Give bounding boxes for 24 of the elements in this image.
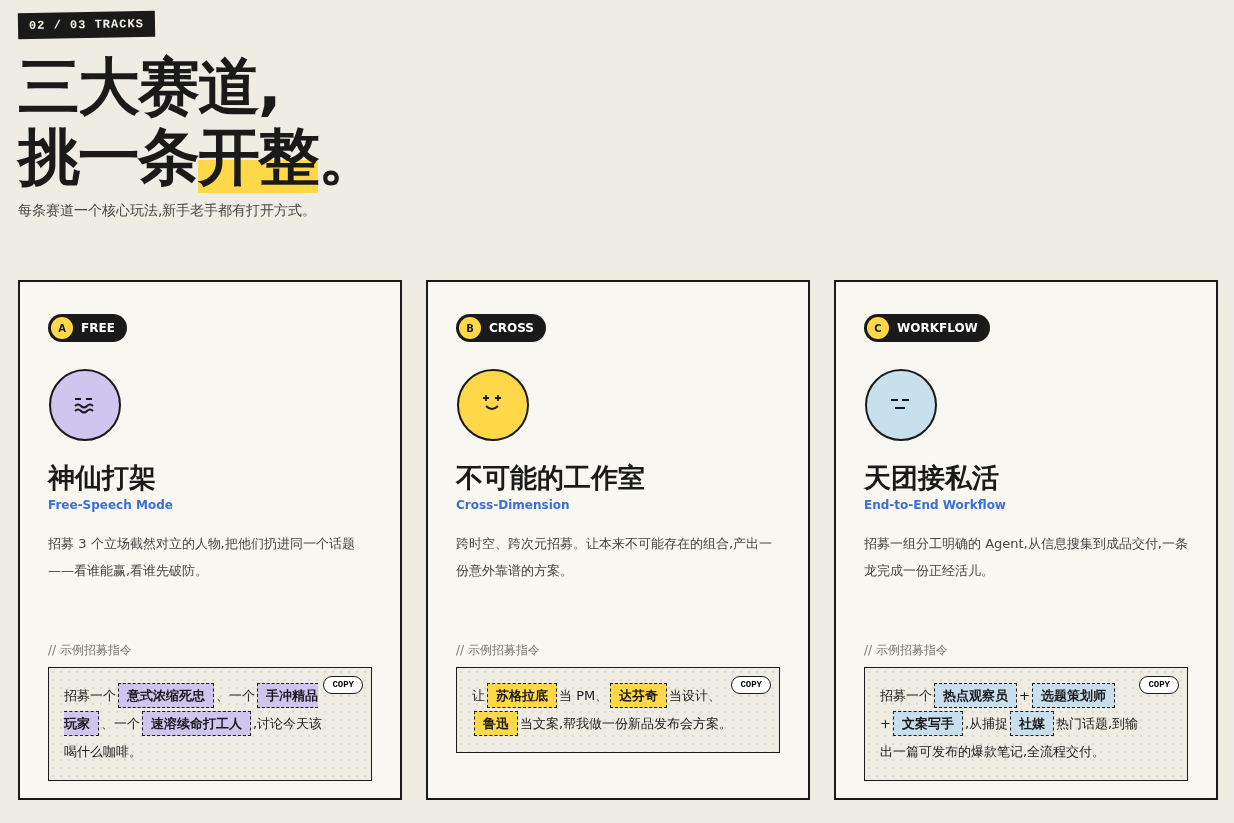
track-subtitle: Free-Speech Mode <box>48 498 173 512</box>
prompt-label: // 示例招募指令 <box>48 642 132 659</box>
badge-label: WORKFLOW <box>897 321 978 335</box>
prompt-label: // 示例招募指令 <box>456 642 540 659</box>
track-title: 不可能的工作室 <box>456 461 645 495</box>
badge-label: FREE <box>81 321 115 335</box>
track-description: 跨时空、跨次元招募。让本来不可能存在的组合,产出一份意外靠谱的方案。 <box>456 535 774 580</box>
track-description: 招募 3 个立场截然对立的人物,把他们扔进同一个话题——看谁能赢,看谁先破防。 <box>48 535 356 580</box>
badge-letter: B <box>459 317 481 339</box>
copy-button[interactable]: COPY <box>731 676 771 694</box>
track-subtitle: End-to-End Workflow <box>864 498 1006 512</box>
track-description: 招募一组分工明确的 Agent,从信息搜集到成品交付,一条龙完成一份正经活儿。 <box>864 535 1188 580</box>
track-title: 天团接私活 <box>864 461 999 495</box>
prompt-label: // 示例招募指令 <box>864 642 948 659</box>
copy-button[interactable]: COPY <box>323 676 363 694</box>
section-tag: 02 / 03 TRACKS <box>17 10 156 40</box>
subtitle: 每条赛道一个核心玩法,新手老手都有打开方式。 <box>18 202 317 220</box>
badge-letter: C <box>867 317 889 339</box>
badge-letter: A <box>51 317 73 339</box>
track-subtitle: Cross-Dimension <box>456 498 570 512</box>
copy-button[interactable]: COPY <box>1139 676 1179 694</box>
headline: 三大赛道, <box>18 52 281 122</box>
badge-label: CROSS <box>489 321 534 335</box>
track-title: 神仙打架 <box>48 461 156 495</box>
